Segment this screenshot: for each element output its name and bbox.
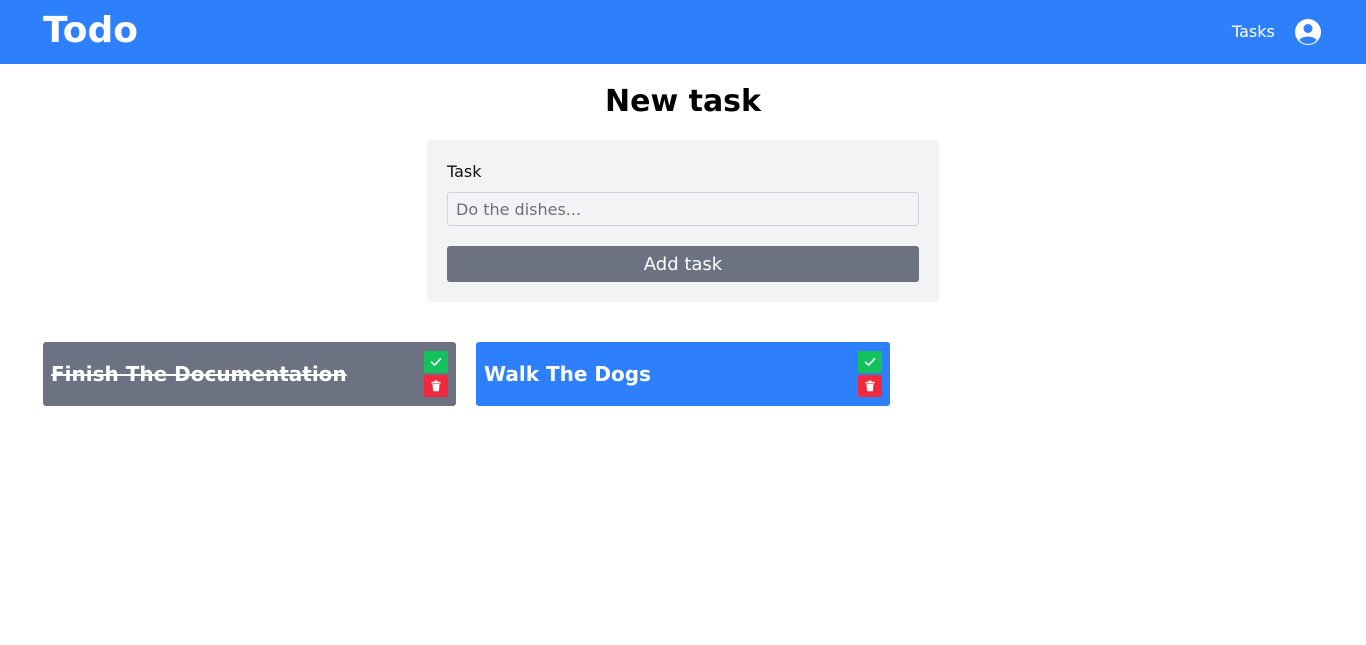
trash-icon (865, 380, 875, 392)
trash-icon (431, 380, 441, 392)
user-circle-icon[interactable] (1294, 18, 1322, 46)
nav-link-tasks[interactable]: Tasks (1232, 21, 1275, 43)
delete-task-button[interactable] (424, 375, 448, 397)
navbar: Todo Tasks (0, 0, 1366, 64)
task-input[interactable] (447, 192, 919, 226)
new-task-form: Task Add task (427, 140, 939, 302)
complete-task-button[interactable] (858, 351, 882, 373)
page-title: New task (604, 84, 761, 119)
check-icon (430, 358, 442, 366)
check-icon (864, 358, 876, 366)
task-card: Walk The Dogs (476, 342, 890, 406)
task-card: Finish The Documentation (43, 342, 456, 406)
task-title: Finish The Documentation (51, 362, 347, 386)
brand-logo[interactable]: Todo (43, 9, 138, 53)
delete-task-button[interactable] (858, 375, 882, 397)
task-title: Walk The Dogs (484, 362, 651, 386)
add-task-button[interactable]: Add task (447, 246, 919, 282)
complete-task-button[interactable] (424, 351, 448, 373)
task-label: Task (447, 162, 482, 181)
